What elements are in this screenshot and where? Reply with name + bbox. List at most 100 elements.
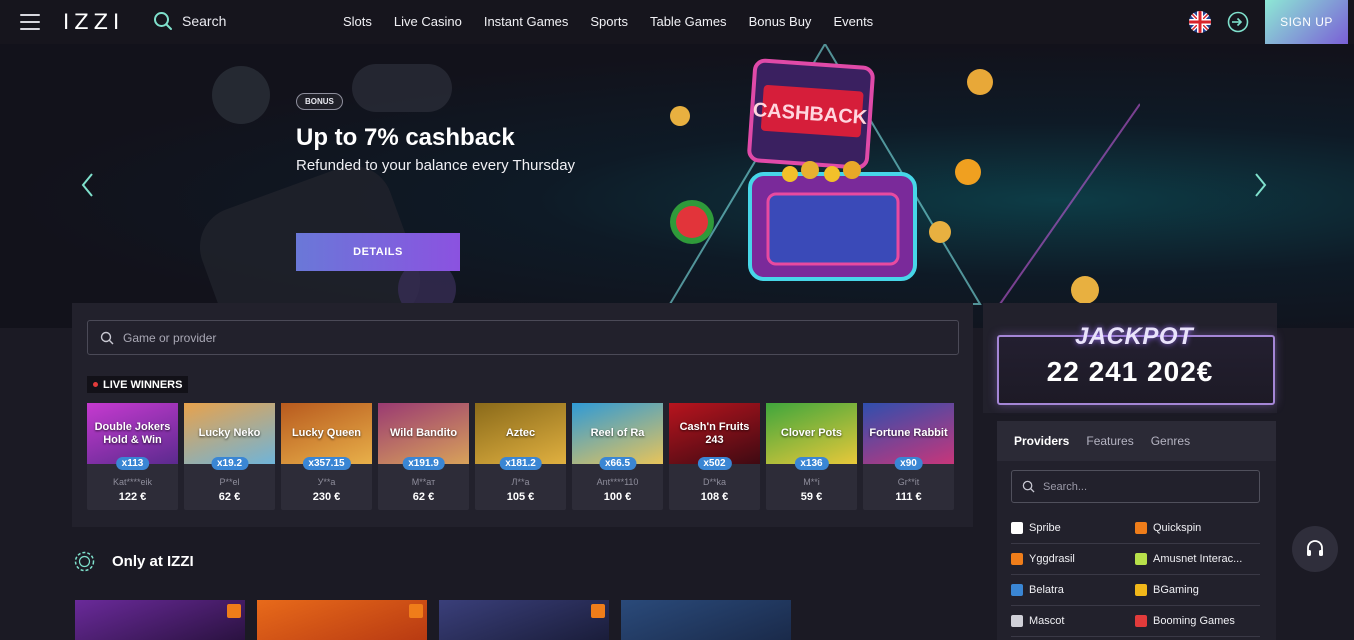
winner-name: D**ka	[702, 477, 726, 487]
nav-slots[interactable]: Slots	[343, 14, 372, 29]
top-header: IZZI Search Slots Live Casino Instant Ga…	[0, 0, 1354, 44]
live-winners-list: Double Jokers Hold & Win x113 Kat****eik 12…	[87, 403, 954, 510]
izzi-badge-icon	[74, 551, 95, 572]
uk-flag-icon[interactable]	[1189, 11, 1211, 33]
jackpot-amount: 22 241 202€	[1046, 356, 1214, 387]
providers-row: Belatra BGaming	[1011, 575, 1260, 606]
winner-card[interactable]: Fortune Rabbit x90 Gr**it 111 €	[863, 403, 954, 510]
provider-item[interactable]: Mascot	[1011, 615, 1135, 627]
hero-banner: CASHBACK BONUS Up to 7% cashback Refunde…	[0, 44, 1354, 328]
winner-card[interactable]: Aztec x181.2 Л**а 105 €	[475, 403, 566, 510]
nav-live-casino[interactable]: Live Casino	[394, 14, 462, 29]
win-amount: 108 €	[700, 491, 729, 503]
winner-card[interactable]: Cash'n Fruits 243 x502 D**ka 108 €	[669, 403, 760, 510]
exclusive-game-card[interactable]	[75, 600, 245, 640]
jackpot-widget[interactable]: JACKPOT 22 241 202€	[983, 303, 1277, 413]
nav-bonus-buy[interactable]: Bonus Buy	[749, 14, 812, 29]
search-icon	[154, 12, 172, 30]
win-amount: 230 €	[312, 491, 341, 503]
hero-subtitle: Refunded to your balance every Thursday	[296, 157, 576, 174]
decor-pill	[352, 64, 452, 112]
winner-card[interactable]: Lucky Queen x357.15 У**а 230 €	[281, 403, 372, 510]
provider-item[interactable]: Belatra	[1011, 584, 1135, 596]
search-icon	[1022, 480, 1035, 493]
provider-item[interactable]: Quickspin	[1135, 522, 1259, 534]
signup-button[interactable]: SIGN UP	[1265, 0, 1348, 44]
providers-row: Spribe Quickspin	[1011, 513, 1260, 544]
tab-features[interactable]: Features	[1086, 434, 1133, 448]
provider-item[interactable]: Booming Games	[1135, 615, 1259, 627]
cashback-chest-illustration: CASHBACK	[668, 44, 1140, 305]
search-label: Search	[182, 13, 227, 29]
only-at-izzi-list	[75, 600, 791, 640]
multiplier-badge: x90	[894, 457, 923, 470]
winner-card[interactable]: Lucky Neko x19.2 P**el 62 €	[184, 403, 275, 510]
multiplier-badge: x113	[115, 457, 150, 470]
support-chat-button[interactable]	[1292, 526, 1338, 572]
provider-logo-icon	[1135, 553, 1147, 565]
bonus-badge: BONUS	[296, 93, 343, 110]
provider-logo-icon	[1011, 522, 1023, 534]
tab-genres[interactable]: Genres	[1151, 434, 1190, 448]
winner-name: Kat****eik	[112, 477, 153, 487]
game-thumbnail: Aztec	[475, 403, 566, 464]
winner-card[interactable]: Reel of Ra x66.5 Ant****110 100 €	[572, 403, 663, 510]
provider-search-placeholder: Search...	[1043, 480, 1088, 493]
winner-name: М**ат	[411, 477, 436, 487]
exclusive-game-card[interactable]	[257, 600, 427, 640]
provider-item[interactable]: Spribe	[1011, 522, 1135, 534]
provider-name: Mascot	[1029, 615, 1065, 627]
exclusive-game-card[interactable]	[621, 600, 791, 640]
provider-item[interactable]: BGaming	[1135, 584, 1259, 596]
tab-providers[interactable]: Providers	[1014, 434, 1069, 448]
trophy-icon	[227, 604, 241, 618]
trophy-icon	[409, 604, 423, 618]
provider-item[interactable]: Yggdrasil	[1011, 553, 1135, 565]
provider-logo-icon	[1011, 584, 1023, 596]
nav-events[interactable]: Events	[833, 14, 873, 29]
nav-sports[interactable]: Sports	[590, 14, 628, 29]
provider-name: Quickspin	[1153, 522, 1202, 534]
hero-title: Up to 7% cashback	[296, 124, 515, 151]
winner-card[interactable]: Wild Bandito x191.9 М**ат 62 €	[378, 403, 469, 510]
provider-logo-icon	[1011, 553, 1023, 565]
game-search-input[interactable]: Game or provider	[87, 320, 959, 355]
game-thumbnail: Wild Bandito	[378, 403, 469, 464]
multiplier-badge: x181.2	[499, 457, 542, 470]
provider-name: Belatra	[1029, 584, 1064, 596]
game-thumbnail: Reel of Ra	[572, 403, 663, 464]
winner-card[interactable]: Double Jokers Hold & Win x113 Kat****eik 12…	[87, 403, 178, 510]
decor-circle	[212, 66, 270, 124]
provider-logo-icon	[1011, 615, 1023, 627]
only-at-izzi-title: Only at IZZI	[112, 553, 194, 570]
winner-name: Gr**it	[897, 477, 920, 487]
win-amount: 122 €	[118, 491, 147, 503]
search-button[interactable]: Search	[153, 11, 226, 31]
chevron-left-icon[interactable]	[78, 170, 98, 200]
multiplier-badge: x502	[697, 457, 732, 470]
multiplier-badge: x191.9	[402, 457, 445, 470]
menu-icon[interactable]	[20, 14, 40, 30]
winner-card[interactable]: Clover Pots x136 М**і 59 €	[766, 403, 857, 510]
exclusive-game-card[interactable]	[439, 600, 609, 640]
nav-instant-games[interactable]: Instant Games	[484, 14, 569, 29]
site-logo[interactable]: IZZI	[63, 10, 124, 34]
provider-name: Booming Games	[1153, 615, 1235, 627]
provider-item[interactable]: Amusnet Interac...	[1135, 553, 1259, 565]
win-amount: 105 €	[506, 491, 535, 503]
details-button[interactable]: DETAILS	[296, 233, 460, 271]
game-search-placeholder: Game or provider	[123, 330, 217, 345]
providers-row: Mascot Booming Games	[1011, 606, 1260, 637]
win-amount: 111 €	[895, 491, 922, 503]
main-nav: Slots Live Casino Instant Games Sports T…	[343, 14, 895, 29]
login-icon[interactable]	[1227, 11, 1249, 33]
jackpot-title: JACKPOT	[1075, 323, 1194, 350]
provider-name: Amusnet Interac...	[1153, 553, 1243, 565]
provider-name: BGaming	[1153, 584, 1199, 596]
chevron-right-icon[interactable]	[1250, 170, 1270, 200]
game-thumbnail: Clover Pots	[766, 403, 857, 464]
provider-logo-icon	[1135, 615, 1147, 627]
trophy-icon	[591, 604, 605, 618]
provider-search-input[interactable]: Search...	[1011, 470, 1260, 503]
nav-table-games[interactable]: Table Games	[650, 14, 727, 29]
